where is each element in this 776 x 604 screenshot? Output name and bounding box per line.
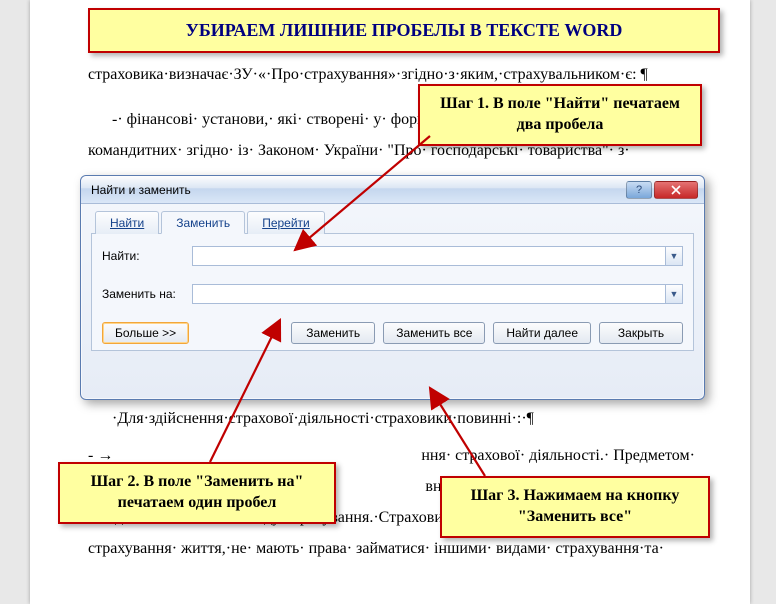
close-button[interactable]: Закрыть — [599, 322, 683, 344]
tab-find[interactable]: Найти — [95, 211, 159, 234]
find-replace-dialog: Найти и заменить ? Найти Заменить Перейт… — [80, 175, 705, 400]
find-combo: ▼ — [192, 246, 683, 266]
tab-replace[interactable]: Заменить — [161, 211, 245, 234]
replace-button[interactable]: Заменить — [291, 322, 375, 344]
dialog-button-row: Больше >> Заменить Заменить все Найти да… — [102, 322, 683, 344]
find-dropdown-button[interactable]: ▼ — [665, 246, 683, 266]
replace-combo: ▼ — [192, 284, 683, 304]
callout-step-3: Шаг 3. Нажимаем на кнопку "Заменить все" — [440, 476, 710, 538]
chevron-down-icon: ▼ — [670, 251, 679, 261]
dialog-title: Найти и заменить — [91, 183, 624, 197]
find-row: Найти: ▼ — [102, 246, 683, 266]
replace-all-button[interactable]: Заменить все — [383, 322, 485, 344]
doc-line: ·Для·здійснення·страхової·діяльності·стр… — [88, 403, 720, 434]
replace-input[interactable] — [192, 284, 665, 304]
find-label: Найти: — [102, 249, 192, 263]
replace-label: Заменить на: — [102, 287, 192, 301]
chevron-down-icon: ▼ — [670, 289, 679, 299]
tab-goto[interactable]: Перейти — [247, 211, 325, 234]
find-next-button[interactable]: Найти далее — [493, 322, 591, 344]
dialog-titlebar[interactable]: Найти и заменить ? — [81, 176, 704, 204]
replace-dropdown-button[interactable]: ▼ — [665, 284, 683, 304]
more-button[interactable]: Больше >> — [102, 322, 189, 344]
replace-row: Заменить на: ▼ — [102, 284, 683, 304]
callout-step-1: Шаг 1. В поле "Найти" печатаем два пробе… — [418, 84, 702, 146]
find-input[interactable] — [192, 246, 665, 266]
dialog-tabs: Найти Заменить Перейти — [91, 210, 694, 234]
tab-panel-replace: Найти: ▼ Заменить на: ▼ Больше — [91, 234, 694, 351]
dialog-body: Найти Заменить Перейти Найти: ▼ Заменить… — [81, 204, 704, 361]
close-icon[interactable] — [654, 181, 698, 199]
help-button[interactable]: ? — [626, 181, 652, 199]
title-banner: УБИРАЕМ ЛИШНИЕ ПРОБЕЛЫ В ТЕКСТЕ WORD — [88, 8, 720, 53]
doc-paragraph-3: ·Для·здійснення·страхової·діяльності·стр… — [88, 403, 720, 434]
callout-step-2: Шаг 2. В поле "Заменить на" печатаем оди… — [58, 462, 336, 524]
doc-line: страхування· життя,·не· мають· права· за… — [88, 533, 720, 564]
